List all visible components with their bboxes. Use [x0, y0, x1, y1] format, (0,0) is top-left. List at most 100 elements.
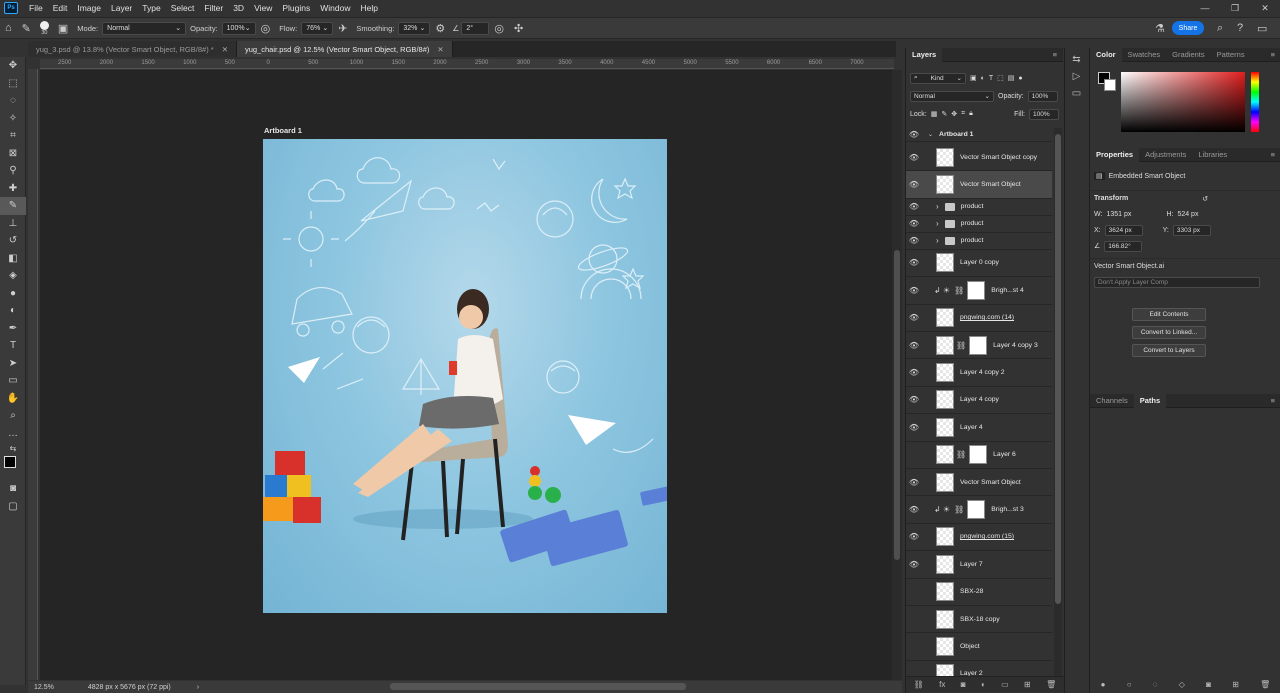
brush-tool-icon[interactable]: ✎ [22, 22, 31, 35]
opacity-input[interactable]: 100% ⌄ [221, 21, 256, 35]
layer-row[interactable]: 👁︎ › product [906, 233, 1052, 250]
close-window-button[interactable]: ✕ [1250, 0, 1280, 16]
layer-thumbnail[interactable] [936, 363, 954, 383]
tab-color[interactable]: Color [1090, 47, 1122, 62]
layer-row[interactable]: 👁︎ Layer 0 copy [906, 250, 1052, 278]
workspace-icon[interactable]: ▭ [1257, 22, 1267, 35]
layer-thumbnail[interactable] [936, 335, 954, 355]
canvas-horizontal-scrollbar[interactable] [390, 683, 686, 690]
link-icon[interactable]: ⛓ [956, 341, 966, 350]
pen-tool-icon[interactable]: ✒ [0, 320, 26, 338]
load-selection-icon[interactable]: ◌ [1153, 680, 1158, 689]
symmetry-icon[interactable]: ✣ [514, 22, 523, 35]
angle-input[interactable]: 166.82° [1104, 240, 1143, 252]
rectangle-tool-icon[interactable]: ▭ [0, 372, 26, 390]
y-input[interactable]: 3303 px [1172, 224, 1211, 236]
fill-path-icon[interactable]: ● [1101, 680, 1106, 689]
layer-row[interactable]: 👁︎ › product [906, 199, 1052, 216]
search-icon[interactable]: ⌕ [1217, 22, 1223, 35]
hand-tool-icon[interactable]: ✋ [0, 390, 26, 408]
kind-filter-dropdown[interactable]: ⌕ Kind ⌄ [910, 72, 966, 84]
layer-row[interactable]: 👁︎ ↲ ☀ ⛓ Brigh...st 4 [906, 277, 1052, 305]
eye-icon[interactable]: 👁︎ [906, 478, 922, 487]
lock-pixels-icon[interactable]: ▦ [931, 110, 938, 118]
tab-properties[interactable]: Properties [1090, 147, 1140, 162]
new-path-icon[interactable]: ⊞ [1232, 680, 1239, 689]
brush-preset-picker[interactable]: 30 [39, 20, 49, 36]
angle-input[interactable]: 2° [461, 21, 490, 35]
layer-row[interactable]: 👁︎ ⛓ Layer 4 copy 3 [906, 332, 1052, 360]
x-input[interactable]: 3624 px [1104, 224, 1143, 236]
chevron-right-icon[interactable]: › [936, 236, 939, 245]
convert-to-linked-button[interactable]: Convert to Linked... [1132, 326, 1206, 339]
eye-icon[interactable]: 👁︎ [906, 219, 922, 228]
panel-menu-icon[interactable]: ≡ [1271, 396, 1275, 405]
actions-icon[interactable]: ▷ [1065, 71, 1088, 82]
menu-plugins[interactable]: Plugins [277, 3, 315, 13]
layer-row[interactable]: 👁︎ › product [906, 216, 1052, 233]
background-color[interactable] [1104, 79, 1116, 91]
eye-icon[interactable]: 👁︎ [906, 236, 922, 245]
hue-slider[interactable] [1251, 72, 1259, 132]
swap-colors-icon[interactable]: ⇆ [0, 442, 26, 454]
layer-row[interactable]: 👁︎ Layer 4 [906, 414, 1052, 442]
minimize-button[interactable]: — [1190, 0, 1220, 16]
help-icon[interactable]: ? [1237, 22, 1243, 34]
eye-icon[interactable]: 👁︎ [906, 313, 922, 322]
convert-to-layers-button[interactable]: Convert to Layers [1132, 344, 1206, 357]
layer-row[interactable]: 👁︎ pngwing.com (14) [906, 305, 1052, 332]
layer-thumbnail[interactable] [936, 609, 954, 629]
eye-icon[interactable]: 👁︎ [906, 423, 922, 432]
layer-mask-thumbnail[interactable] [969, 445, 988, 465]
lock-artboard-icon[interactable]: ⌗ [961, 110, 965, 118]
layer-row[interactable]: SBX-18 copy [906, 606, 1052, 634]
artboard-group-row[interactable]: 👁︎ ⌄ Artboard 1 [906, 128, 1052, 142]
menu-3d[interactable]: 3D [228, 3, 249, 13]
layer-row[interactable]: Object [906, 633, 1052, 661]
stroke-path-icon[interactable]: ○ [1127, 680, 1132, 689]
menu-file[interactable]: File [24, 3, 48, 13]
color-spectrum[interactable] [1121, 72, 1245, 132]
reset-transform-icon[interactable]: ↺ [1202, 195, 1208, 203]
new-layer-icon[interactable]: ⊞ [1024, 680, 1031, 689]
tab-swatches[interactable]: Swatches [1122, 48, 1167, 62]
scroll-thumb[interactable] [894, 250, 900, 560]
layer-row[interactable]: 👁︎ pngwing.com (15) [906, 524, 1052, 552]
scroll-thumb[interactable] [1055, 134, 1061, 604]
close-icon[interactable]: ✕ [222, 45, 228, 54]
fill-input[interactable]: 100% [1029, 108, 1059, 120]
airbrush-icon[interactable]: ✈ [338, 22, 347, 35]
delete-path-icon[interactable]: 🗑︎ [1260, 680, 1270, 689]
eye-icon[interactable]: 👁︎ [906, 505, 922, 514]
menu-window[interactable]: Window [315, 3, 355, 13]
width-value[interactable]: 1351 px [1106, 211, 1162, 218]
zoom-level[interactable]: 12.5% [34, 684, 54, 691]
pressure-size-icon[interactable]: ◎ [494, 22, 504, 35]
brush-settings-icon[interactable]: ▣ [58, 22, 68, 35]
add-mask-icon[interactable]: ◙ [1206, 680, 1211, 689]
pressure-opacity-icon[interactable]: ◎ [261, 22, 271, 35]
eye-icon[interactable]: 👁︎ [906, 286, 922, 295]
menu-edit[interactable]: Edit [48, 3, 73, 13]
layer-thumbnail[interactable] [936, 175, 954, 195]
lock-all-icon[interactable]: 🔒︎ [969, 110, 973, 118]
screen-mode-icon[interactable]: ▢ [0, 498, 26, 516]
lock-paint-icon[interactable]: ✎ [941, 110, 947, 118]
tab-yug-chair[interactable]: yug_chair.psd @ 12.5% (Vector Smart Obje… [237, 41, 453, 57]
paint-bucket-tool-icon[interactable]: ◈ [0, 267, 26, 285]
eraser-tool-icon[interactable]: ◧ [0, 250, 26, 268]
height-value[interactable]: 524 px [1177, 211, 1198, 218]
eye-icon[interactable]: 👁︎ [906, 180, 922, 189]
add-mask-icon[interactable]: ◙ [961, 680, 966, 689]
menu-layer[interactable]: Layer [106, 3, 137, 13]
layer-opacity-input[interactable]: 100% [1027, 90, 1058, 102]
layer-thumbnail[interactable] [936, 554, 954, 574]
blend-mode-dropdown[interactable]: Normal ⌄ [910, 90, 994, 102]
type-tool-icon[interactable]: T [0, 337, 26, 355]
flow-input[interactable]: 76% ⌄ [301, 21, 334, 35]
layer-mask-thumbnail[interactable] [967, 280, 986, 300]
layer-thumbnail[interactable] [936, 253, 954, 273]
make-path-icon[interactable]: ◇ [1179, 680, 1185, 689]
filter-pixel-icon[interactable]: ▣ [970, 74, 977, 82]
share-button[interactable]: Share [1172, 21, 1204, 35]
